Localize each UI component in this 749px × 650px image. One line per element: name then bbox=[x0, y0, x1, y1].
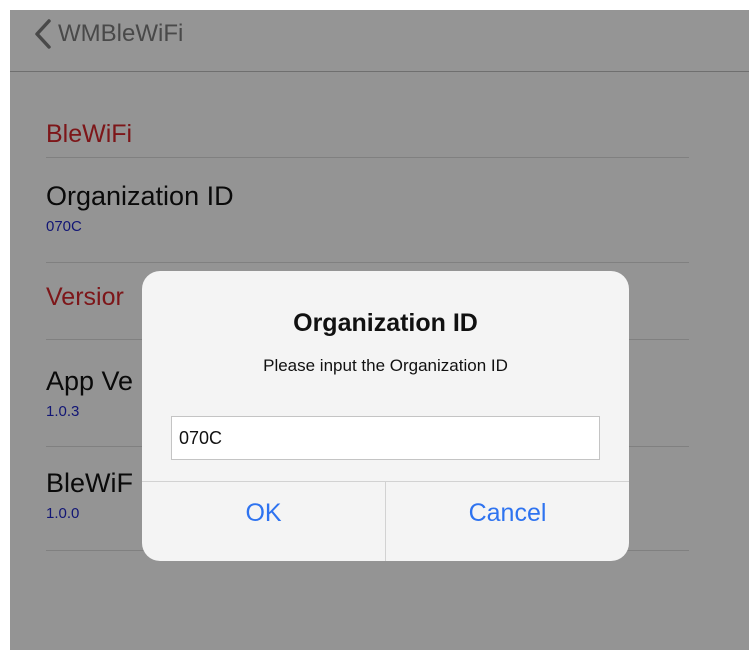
organization-id-dialog: Organization ID Please input the Organiz… bbox=[142, 271, 629, 561]
organization-id-input[interactable] bbox=[171, 416, 600, 460]
cancel-button[interactable]: Cancel bbox=[386, 482, 629, 561]
dialog-message: Please input the Organization ID bbox=[263, 356, 508, 375]
app-screen: WMBleWiFi BleWiFi Organization ID 070C V… bbox=[10, 10, 749, 650]
dialog-actions: OK Cancel bbox=[142, 481, 629, 561]
ok-button[interactable]: OK bbox=[142, 482, 386, 561]
dialog-title: Organization ID bbox=[293, 309, 478, 337]
